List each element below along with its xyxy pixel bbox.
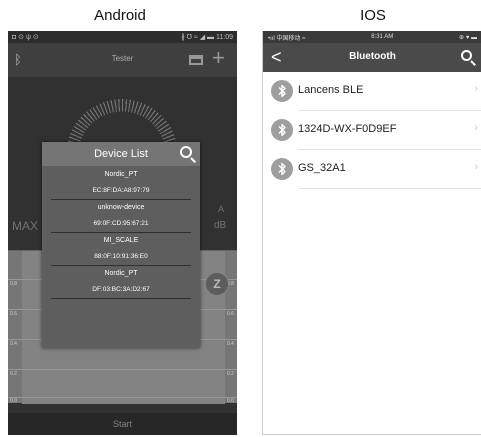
ios-nav-bar: < Bluetooth: [263, 43, 481, 72]
device-name: GS_32A1: [298, 162, 346, 174]
ios-status-left: •ııl 中国移动 ≈: [268, 35, 306, 42]
search-icon[interactable]: [180, 146, 192, 158]
device-item[interactable]: Nordic_PT DF:03:BC:3A:D2:67: [51, 266, 191, 299]
device-list-dialog: Device List Nordic_PT EC:8F:DA:A8:97:79 …: [42, 142, 200, 348]
chevron-right-icon: ›: [474, 161, 478, 173]
bluetooth-icon: [271, 119, 293, 141]
plus-icon[interactable]: +: [212, 45, 225, 71]
device-name: unknow-device: [97, 204, 145, 211]
device-mac: EC:8F:DA:A8:97:79: [92, 187, 150, 194]
device-mac: 69:0F:CD:95:67:21: [93, 220, 149, 227]
bluetooth-icon: [271, 80, 293, 102]
ios-status-bar: •ııl 中国移动 ≈ 8:31 AM ⊕ ♥ ▬: [263, 31, 481, 43]
ios-device-list: Lancens BLE › 1324D-WX-F0D9EF › GS_32A1 …: [263, 72, 481, 189]
device-name: Nordic_PT: [104, 171, 138, 178]
device-name: MI_SCALE: [103, 237, 139, 244]
list-item[interactable]: GS_32A1 ›: [271, 150, 481, 189]
list-item[interactable]: Lancens BLE ›: [271, 72, 481, 111]
search-icon[interactable]: [461, 50, 472, 61]
device-name: Nordic_PT: [104, 270, 138, 277]
ios-status-time: 8:31 AM: [371, 34, 394, 40]
device-name: Lancens BLE: [298, 84, 364, 96]
bluetooth-icon: [271, 158, 293, 180]
android-platform-label: Android: [94, 7, 146, 24]
android-toolbar: ᛒ Tester +: [8, 43, 237, 77]
android-screen: ◘ ⊙ ψ ⊙ ∦ ℧ ≈ ◢ ▬ 11:09 ᛒ Tester + MAX A…: [8, 31, 237, 435]
device-list-header: Device List: [42, 142, 200, 166]
ios-status-right: ⊕ ♥ ▬: [459, 34, 477, 41]
device-name: 1324D-WX-F0D9EF: [298, 123, 397, 135]
device-mac: 88:0F:10:91:36:E0: [94, 253, 148, 260]
android-status-left: ◘ ⊙ ψ ⊙: [12, 34, 39, 41]
nav-title: Bluetooth: [349, 51, 396, 62]
android-status-right: ∦ ℧ ≈ ◢ ▬ 11:09: [181, 34, 233, 41]
device-item[interactable]: MI_SCALE 88:0F:10:91:36:E0: [51, 233, 191, 266]
chevron-right-icon: ›: [474, 83, 478, 95]
chevron-right-icon: ›: [474, 122, 478, 134]
device-item[interactable]: unknow-device 69:0F:CD:95:67:21: [51, 200, 191, 233]
ios-screen: •ııl 中国移动 ≈ 8:31 AM ⊕ ♥ ▬ < Bluetooth La…: [262, 31, 481, 435]
list-item[interactable]: 1324D-WX-F0D9EF ›: [271, 111, 481, 150]
device-mac: DF:03:BC:3A:D2:67: [92, 286, 150, 293]
device-list-title: Device List: [94, 148, 148, 160]
device-item[interactable]: Nordic_PT EC:8F:DA:A8:97:79: [51, 167, 191, 200]
android-status-bar: ◘ ⊙ ψ ⊙ ∦ ℧ ≈ ◢ ▬ 11:09: [8, 31, 237, 43]
device-list-body: Nordic_PT EC:8F:DA:A8:97:79 unknow-devic…: [51, 167, 191, 299]
tag-icon[interactable]: [189, 55, 203, 65]
ios-platform-label: IOS: [360, 7, 386, 24]
